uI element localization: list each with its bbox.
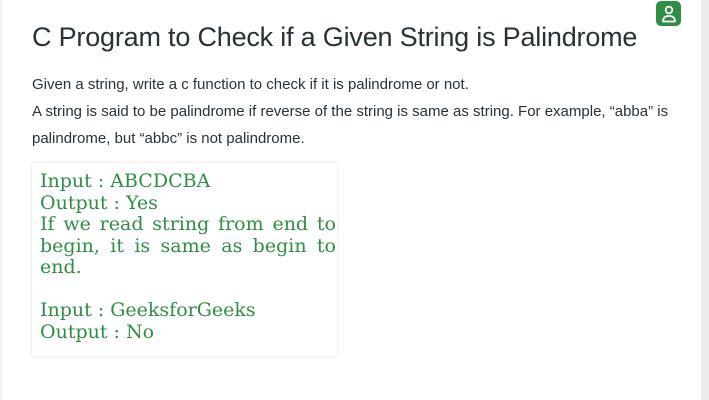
example-input: Input : GeeksforGeeks xyxy=(40,299,256,321)
description-line: Given a string, write a c function to ch… xyxy=(32,76,469,93)
example-input: Input : ABCDCBA xyxy=(40,170,211,192)
profile-button[interactable] xyxy=(656,1,681,26)
article-page: C Program to Check if a Given String is … xyxy=(0,0,709,400)
example-box: Input : ABCDCBA Output : Yes If we read … xyxy=(32,163,337,356)
example-output: Output : No xyxy=(40,320,155,343)
page-scroll-edge xyxy=(701,0,709,400)
description-line: A string is said to be palindrome if rev… xyxy=(32,103,669,147)
example-explanation: If we read string from end to begin, it … xyxy=(40,213,336,278)
example-output: Output : Yes xyxy=(40,191,158,214)
example-spacer xyxy=(40,279,336,301)
example-text: Input : ABCDCBA Output : Yes If we read … xyxy=(40,170,336,343)
left-border xyxy=(0,0,2,400)
article-description: Given a string, write a c function to ch… xyxy=(32,71,672,152)
page-title: C Program to Check if a Given String is … xyxy=(32,22,638,52)
user-profile-icon xyxy=(661,5,676,22)
